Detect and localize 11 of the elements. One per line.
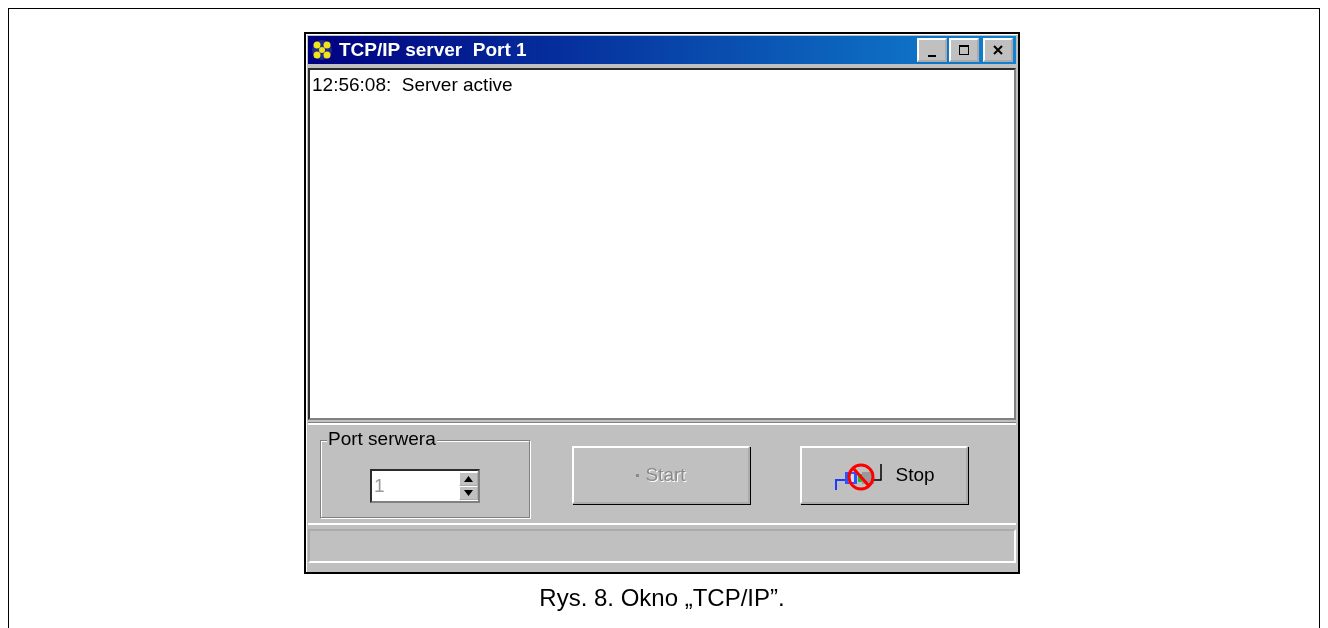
maximize-icon xyxy=(958,44,970,56)
close-icon xyxy=(992,44,1004,56)
figure-caption: Rys. 8. Okno „TCP/IP”. xyxy=(539,584,785,612)
app-icon xyxy=(311,39,333,61)
close-button[interactable] xyxy=(983,38,1013,62)
maximize-button[interactable] xyxy=(949,38,979,62)
minimize-icon xyxy=(928,55,936,57)
stop-button[interactable]: Stop xyxy=(800,446,968,504)
log-entry: 12:56:08: Server active xyxy=(312,74,514,96)
window-title: TCP/IP server Port 1 xyxy=(339,39,528,61)
minimize-button[interactable] xyxy=(917,38,947,62)
